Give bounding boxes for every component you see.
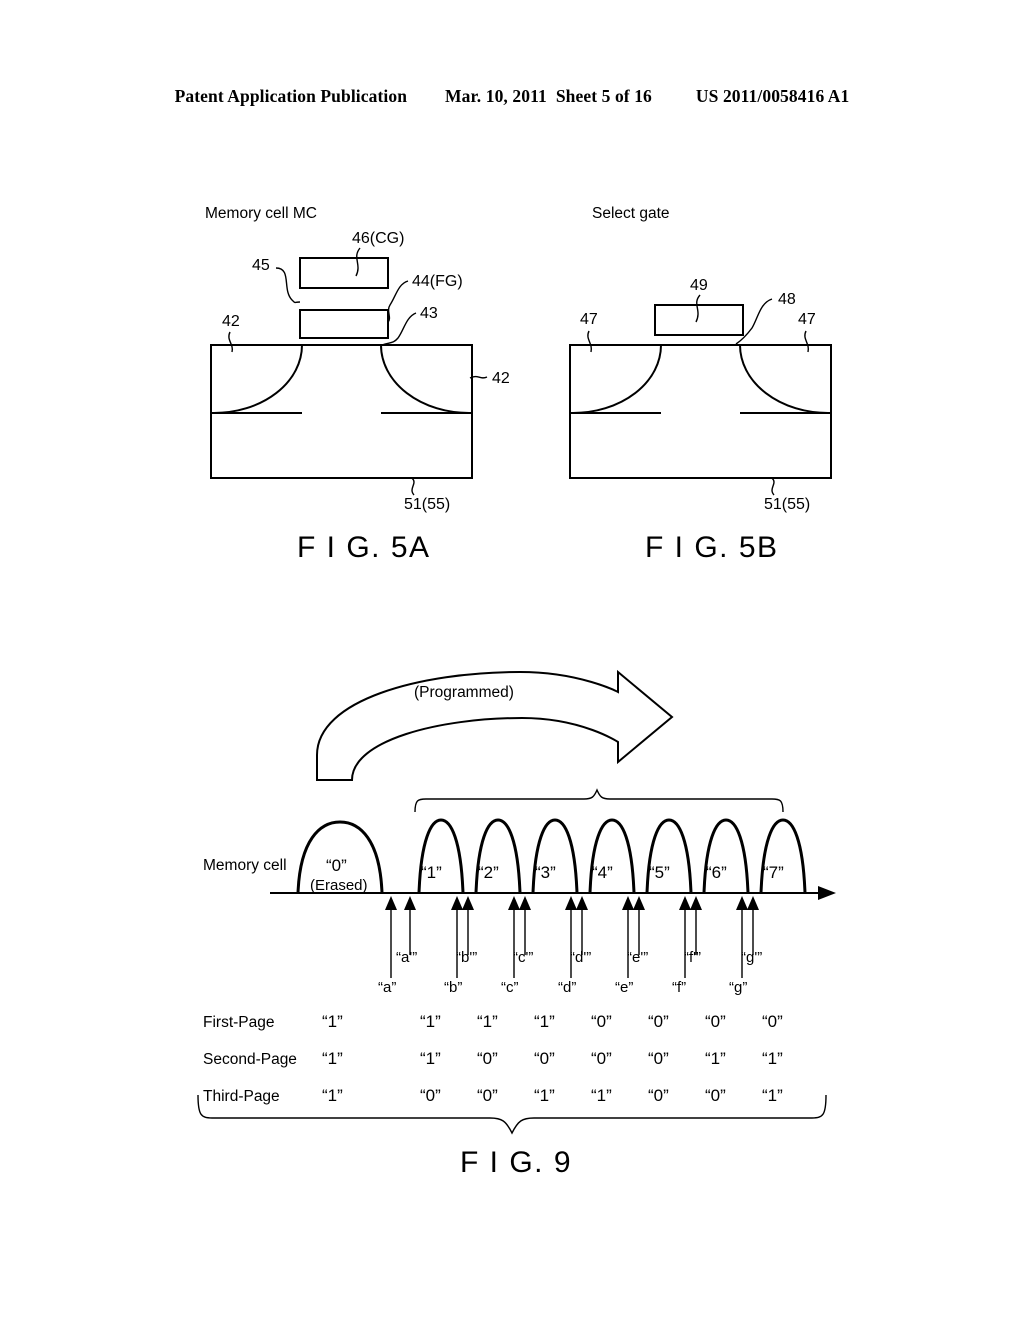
leader-51-55-5b [771, 477, 775, 496]
cell-first-page-7: “0” [762, 1012, 783, 1031]
verify-lower-label-a: “a” [378, 979, 396, 996]
cell-third-page-4: “1” [591, 1086, 612, 1105]
label-45: 45 [252, 257, 270, 274]
state-label-7: “7” [763, 863, 784, 882]
cell-first-page-6: “0” [705, 1012, 726, 1031]
cell-third-page-7: “1” [762, 1086, 783, 1105]
label-47-right: 47 [798, 311, 816, 328]
erased-label: (Erased) [310, 877, 368, 894]
cell-second-page-0: “1” [322, 1049, 343, 1068]
memory-cell-row-label: Memory cell [203, 857, 287, 874]
fig5b-title: Select gate [592, 205, 670, 222]
row-label-third-page: Third-Page [203, 1088, 280, 1105]
label-49: 49 [690, 277, 708, 294]
select-gate-box [654, 304, 744, 336]
figure-5b: Select gate 49 48 47 47 51(55) F I G. 5B [569, 205, 832, 564]
state-label-3: “3” [535, 863, 556, 882]
state-label-1: “1” [421, 863, 442, 882]
label-51-55-5b: 51(55) [764, 496, 810, 513]
programmed-label: (Programmed) [414, 684, 514, 701]
cell-third-page-5: “0” [648, 1086, 669, 1105]
distribution-curve-6 [702, 818, 750, 894]
fig5a-title: Memory cell MC [205, 205, 317, 222]
verify-lower-label-d: “d” [558, 979, 576, 996]
verify-lower-label-b: “b” [444, 979, 462, 996]
cell-first-page-3: “1” [534, 1012, 555, 1031]
figure-5a: Memory cell MC 46(CG) 45 44(FG) 43 42 42… [205, 205, 510, 564]
substrate-box-5a [210, 344, 473, 479]
verify-lower-label-e: “e” [615, 979, 633, 996]
distribution-curve-3 [531, 818, 579, 894]
label-42-right: 42 [492, 370, 510, 387]
fig5a-caption: F I G. 5A [297, 531, 431, 564]
cell-first-page-0: “1” [322, 1012, 343, 1031]
fig9-caption: F I G. 9 [460, 1146, 572, 1179]
row-label-first-page: First-Page [203, 1014, 275, 1031]
verify-upper-label-g: “g'” [741, 949, 762, 966]
cell-first-page-1: “1” [420, 1012, 441, 1031]
verify-upper-label-d: “d'” [570, 949, 591, 966]
distribution-curve-5 [645, 818, 693, 894]
cell-second-page-7: “1” [762, 1049, 783, 1068]
cell-first-page-5: “0” [648, 1012, 669, 1031]
cell-first-page-2: “1” [477, 1012, 498, 1031]
cell-second-page-1: “1” [420, 1049, 441, 1068]
state-label-4: “4” [592, 863, 613, 882]
fig5b-caption: F I G. 5B [645, 531, 779, 564]
cell-third-page-1: “0” [420, 1086, 441, 1105]
cell-second-page-3: “0” [534, 1049, 555, 1068]
leader-45 [275, 267, 301, 304]
control-gate-box [299, 257, 389, 289]
cell-third-page-0: “1” [322, 1086, 343, 1105]
cell-second-page-4: “0” [591, 1049, 612, 1068]
verify-lower-label-f: “f” [672, 979, 686, 996]
table-row-first-page: First-Page “1” “1” “1” “1” “0” “0” “0” “… [203, 1012, 783, 1031]
label-43: 43 [420, 305, 438, 322]
state-label-6: “6” [706, 863, 727, 882]
label-44-fg: 44(FG) [412, 273, 463, 290]
figure-sheet: Memory cell MC 46(CG) 45 44(FG) 43 42 42… [0, 0, 1024, 1320]
figure-9: (Programmed) Memory cell “0” (Erased) “1… [197, 669, 836, 1179]
axis-arrowhead [818, 886, 836, 900]
floating-gate-box [299, 309, 389, 339]
programmed-brace [414, 788, 784, 813]
leader-51-55-5a [411, 477, 415, 496]
state-label-2: “2” [478, 863, 499, 882]
cell-third-page-3: “1” [534, 1086, 555, 1105]
cell-second-page-6: “1” [705, 1049, 726, 1068]
leader-44-fg [387, 280, 409, 323]
state-label-5: “5” [649, 863, 670, 882]
verify-upper-label-e: “e'” [627, 949, 648, 966]
verify-upper-label-b: “b'” [456, 949, 477, 966]
label-51-55-5a: 51(55) [404, 496, 450, 513]
distribution-curve-4 [588, 818, 636, 894]
table-row-second-page: Second-Page “1” “1” “0” “0” “0” “0” “1” … [203, 1049, 783, 1068]
substrate-box-5b [569, 344, 832, 479]
verify-upper-label-a: “a'” [396, 949, 417, 966]
label-47-left: 47 [580, 311, 598, 328]
distribution-curve-2 [474, 818, 522, 894]
label-46-cg: 46(CG) [352, 230, 404, 247]
label-48: 48 [778, 291, 796, 308]
verify-upper-label-f: “f'” [684, 949, 701, 966]
distribution-curve-7 [759, 818, 807, 894]
distribution-curve-1 [417, 818, 465, 894]
label-42-left: 42 [222, 313, 240, 330]
verify-lower-label-c: “c” [501, 979, 519, 996]
verify-upper-label-c: “c'” [513, 949, 533, 966]
table-row-third-page: Third-Page “1” “0” “0” “1” “1” “0” “0” “… [203, 1086, 783, 1105]
cell-third-page-6: “0” [705, 1086, 726, 1105]
cell-second-page-5: “0” [648, 1049, 669, 1068]
row-label-second-page: Second-Page [203, 1051, 297, 1068]
cell-second-page-2: “0” [477, 1049, 498, 1068]
cell-third-page-2: “0” [477, 1086, 498, 1105]
state-label-0: “0” [326, 856, 347, 875]
fig9-bottom-brace [197, 1094, 827, 1135]
verify-lower-label-g: “g” [729, 979, 747, 996]
cell-first-page-4: “0” [591, 1012, 612, 1031]
